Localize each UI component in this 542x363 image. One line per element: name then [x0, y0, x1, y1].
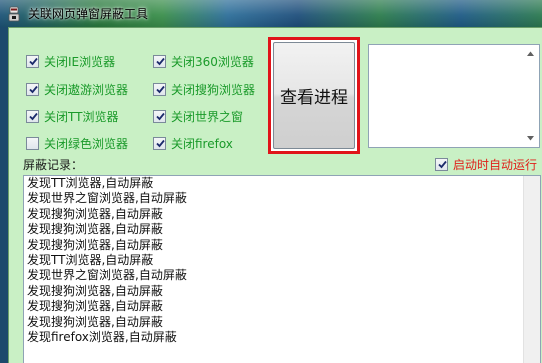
close-green-browser-checkbox[interactable]: 关闭绿色浏览器	[26, 135, 128, 152]
view-process-label: 查看进程	[280, 88, 348, 108]
process-text-area[interactable]	[368, 44, 540, 148]
close-sogou-checkbox[interactable]: 关闭搜狗浏览器	[153, 81, 255, 98]
window-title: 关联网页弹窗屏蔽工具	[28, 7, 149, 21]
log-scrollbar[interactable]	[523, 176, 540, 363]
close-360-checkbox[interactable]: 关闭360浏览器	[153, 53, 254, 70]
checkbox-icon	[153, 83, 166, 96]
log-entry: 发现搜狗浏览器,自动屏蔽	[27, 206, 163, 221]
log-entry: 发现搜狗浏览器,自动屏蔽	[27, 237, 163, 252]
log-list[interactable]: 发现TT浏览器,自动屏蔽 发现世界之窗浏览器,自动屏蔽 发现搜狗浏览器,自动屏蔽 发现…	[23, 175, 541, 363]
checkbox-icon	[153, 110, 166, 123]
view-process-highlight: 查看进程	[268, 37, 360, 154]
checkbox-icon	[26, 83, 39, 96]
app-icon	[6, 6, 22, 22]
log-entry: 发现firefox浏览器,自动屏蔽	[27, 329, 177, 344]
close-maxthon-checkbox[interactable]: 关闭遨游浏览器	[26, 81, 128, 98]
close-360-label: 关闭360浏览器	[171, 55, 254, 69]
log-entry: 发现世界之窗浏览器,自动屏蔽	[27, 268, 187, 283]
log-lines: 发现TT浏览器,自动屏蔽 发现世界之窗浏览器,自动屏蔽 发现搜狗浏览器,自动屏蔽 发现…	[24, 176, 540, 345]
close-firefox-label: 关闭firefox	[171, 137, 233, 151]
close-green-browser-label: 关闭绿色浏览器	[44, 137, 129, 151]
log-entry: 发现搜狗浏览器,自动屏蔽	[27, 222, 163, 237]
close-theworld-checkbox[interactable]: 关闭世界之窗	[153, 108, 243, 125]
log-entry: 发现世界之窗浏览器,自动屏蔽	[27, 191, 187, 206]
checkbox-icon	[26, 110, 39, 123]
log-label: 屏蔽记录：	[23, 158, 84, 172]
checkbox-icon	[26, 137, 39, 150]
scroll-down-icon[interactable]	[523, 131, 538, 146]
close-tt-checkbox[interactable]: 关闭TT浏览器	[26, 108, 118, 125]
view-process-button[interactable]: 查看进程	[273, 42, 355, 149]
log-entry: 发现TT浏览器,自动屏蔽	[27, 176, 154, 190]
main-panel: 关闭IE浏览器 关闭360浏览器 关闭遨游浏览器 关闭搜狗浏览器 关闭TT浏览器…	[8, 27, 542, 363]
close-tt-label: 关闭TT浏览器	[44, 110, 119, 124]
autostart-checkbox[interactable]: 启动时自动运行	[435, 156, 537, 173]
close-theworld-label: 关闭世界之窗	[171, 110, 244, 124]
close-firefox-checkbox[interactable]: 关闭firefox	[153, 135, 233, 152]
close-maxthon-label: 关闭遨游浏览器	[44, 83, 129, 97]
checkbox-icon	[153, 55, 166, 68]
checkbox-icon	[435, 158, 448, 171]
log-entry: 发现TT浏览器,自动屏蔽	[27, 252, 154, 267]
scroll-up-icon[interactable]	[523, 46, 538, 61]
log-entry: 发现搜狗浏览器,自动屏蔽	[27, 299, 163, 314]
checkbox-icon	[26, 55, 39, 68]
close-ie-label: 关闭IE浏览器	[44, 55, 116, 69]
close-sogou-label: 关闭搜狗浏览器	[171, 83, 256, 97]
title-bar[interactable]: 关联网页弹窗屏蔽工具	[0, 0, 542, 27]
log-entry: 发现搜狗浏览器,自动屏蔽	[27, 314, 163, 329]
autostart-label: 启动时自动运行	[453, 158, 538, 172]
checkbox-icon	[153, 137, 166, 150]
log-entry: 发现搜狗浏览器,自动屏蔽	[27, 283, 163, 298]
close-ie-checkbox[interactable]: 关闭IE浏览器	[26, 53, 115, 70]
